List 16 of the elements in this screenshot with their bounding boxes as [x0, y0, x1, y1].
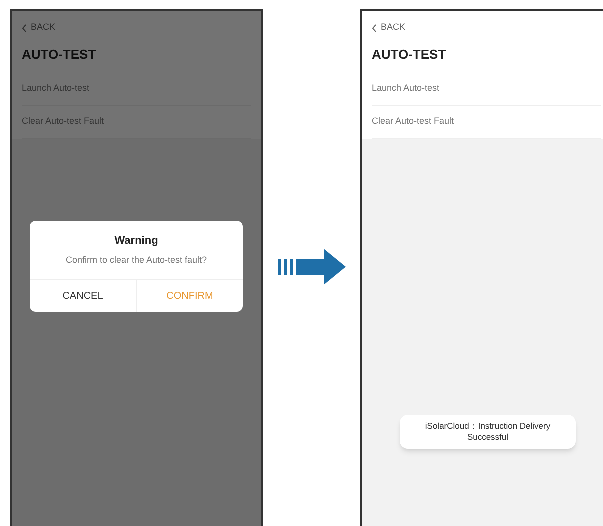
dialog-message: Confirm to clear the Auto-test fault? — [64, 254, 208, 266]
page-title: AUTO-TEST — [22, 46, 98, 64]
chevron-left-icon — [372, 24, 377, 32]
back-button[interactable]: BACK — [22, 11, 251, 37]
menu-item[interactable]: Clear Auto-test Fault — [22, 106, 251, 139]
dialog-button[interactable]: CONFIRM — [136, 280, 243, 312]
right-arrow-icon — [278, 249, 346, 285]
chevron-left-icon — [22, 24, 27, 32]
back-button[interactable]: BACK — [372, 11, 601, 37]
dialog-button[interactable]: CANCEL — [30, 280, 136, 312]
toast-message: iSolarCloud：Instruction Delivery Successful — [400, 415, 576, 449]
menu-item[interactable]: Launch Auto-test — [372, 73, 601, 106]
page-title: AUTO-TEST — [372, 46, 448, 64]
menu-item[interactable]: Launch Auto-test — [22, 73, 251, 106]
menu-item[interactable]: Clear Auto-test Fault — [372, 106, 601, 139]
dialog-title: Warning — [114, 234, 160, 249]
